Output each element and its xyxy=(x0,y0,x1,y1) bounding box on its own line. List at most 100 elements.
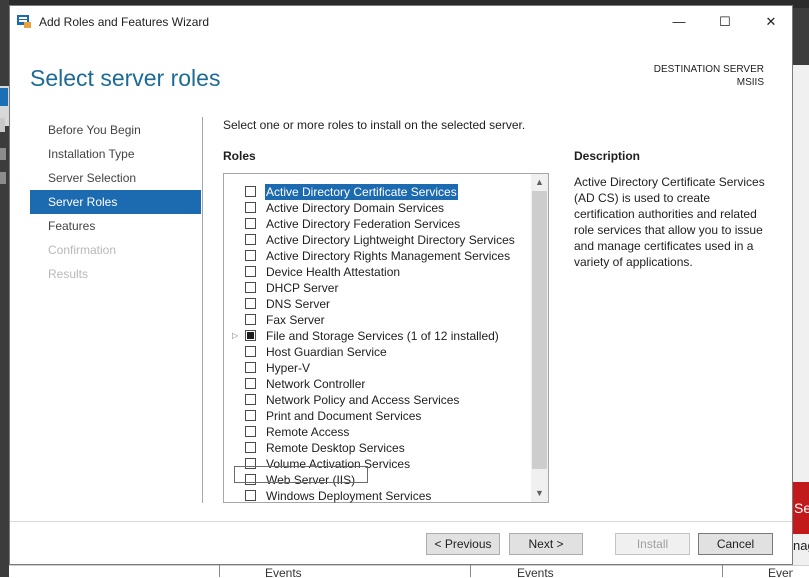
wizard-navigation: Before You Begin Installation Type Server … xyxy=(30,118,201,286)
role-checkbox[interactable] xyxy=(245,314,256,325)
scroll-up-icon[interactable]: ▲ xyxy=(531,174,548,191)
footer-divider xyxy=(10,521,792,522)
role-checkbox[interactable] xyxy=(245,186,256,197)
window-title: Add Roles and Features Wizard xyxy=(39,15,210,29)
role-label: Hyper-V xyxy=(266,361,311,375)
local-server-icon xyxy=(0,118,5,132)
role-checkbox[interactable] xyxy=(245,282,256,293)
roles-scrollbar[interactable]: ▲ ▼ xyxy=(531,174,548,502)
role-label: Network Controller xyxy=(266,377,366,391)
role-item[interactable]: Active Directory Domain Services xyxy=(224,200,530,216)
nav-item-confirmation: Confirmation xyxy=(48,243,117,257)
maximize-button[interactable]: ☐ xyxy=(702,6,748,37)
background-separator xyxy=(470,565,471,577)
description-text: Active Directory Certificate Services (A… xyxy=(574,175,765,269)
minimize-button[interactable]: — xyxy=(656,6,702,37)
role-checkbox[interactable] xyxy=(245,346,256,357)
role-label: Remote Access xyxy=(266,425,350,439)
close-icon: ✕ xyxy=(765,14,777,29)
destination-server-name: MSIIS xyxy=(736,77,764,88)
navigation-divider xyxy=(202,117,203,503)
role-item[interactable]: Windows Deployment Services xyxy=(224,488,530,504)
wizard-dialog: Add Roles and Features Wizard — ☐ ✕ Sele… xyxy=(9,5,793,565)
previous-button[interactable]: < Previous xyxy=(426,533,500,555)
role-checkbox[interactable] xyxy=(245,442,256,453)
nav-item-features[interactable]: Features xyxy=(30,214,201,238)
background-events-label: Events xyxy=(768,566,793,577)
role-label: Active Directory Rights Management Servi… xyxy=(266,249,511,263)
server-manager-icon xyxy=(17,15,31,28)
nav-item-installation-type[interactable]: Installation Type xyxy=(30,142,201,166)
role-item[interactable]: Remote Access xyxy=(224,424,530,440)
role-item[interactable]: DNS Server xyxy=(224,296,530,312)
role-label: Network Policy and Access Services xyxy=(266,393,460,407)
role-label: Host Guardian Service xyxy=(266,345,387,359)
nav-item-server-selection[interactable]: Server Selection xyxy=(30,166,201,190)
role-label: File and Storage Services (1 of 12 insta… xyxy=(266,329,499,343)
next-button[interactable]: Next > xyxy=(509,533,583,555)
role-item[interactable]: Active Directory Rights Management Servi… xyxy=(224,248,530,264)
role-label: DNS Server xyxy=(266,297,331,311)
role-item[interactable]: Remote Desktop Services xyxy=(224,440,530,456)
role-item[interactable]: Active Directory Certificate Services xyxy=(224,184,530,200)
role-label: Active Directory Federation Services xyxy=(266,217,461,231)
role-label: Windows Deployment Services xyxy=(266,489,432,503)
role-checkbox[interactable] xyxy=(245,362,256,373)
role-label: Active Directory Certificate Services xyxy=(265,184,458,200)
role-checkbox[interactable] xyxy=(245,330,256,341)
role-checkbox[interactable] xyxy=(245,426,256,437)
file-services-icon xyxy=(0,172,6,184)
role-checkbox[interactable] xyxy=(245,298,256,309)
role-checkbox[interactable] xyxy=(245,394,256,405)
background-app-bottom xyxy=(9,565,809,578)
role-item[interactable]: ▷ File and Storage Services (1 of 12 inst… xyxy=(224,328,530,344)
role-checkbox[interactable] xyxy=(245,234,256,245)
role-label: Remote Desktop Services xyxy=(266,441,405,455)
role-checkbox[interactable] xyxy=(245,266,256,277)
background-red-banner: Se xyxy=(793,482,809,534)
background-separator xyxy=(722,565,723,577)
role-checkbox[interactable] xyxy=(245,202,256,213)
minimize-icon: — xyxy=(672,14,686,29)
role-item[interactable]: Fax Server xyxy=(224,312,530,328)
role-item[interactable]: DHCP Server xyxy=(224,280,530,296)
role-label: Active Directory Domain Services xyxy=(266,201,445,215)
role-item[interactable]: Hyper-V xyxy=(224,360,530,376)
role-item[interactable]: Print and Document Services xyxy=(224,408,530,424)
close-button[interactable]: ✕ xyxy=(748,6,794,37)
role-checkbox[interactable] xyxy=(245,410,256,421)
roles-list[interactable]: Active Directory Certificate Services Act… xyxy=(223,173,549,503)
scroll-down-icon[interactable]: ▼ xyxy=(531,485,548,502)
title-bar[interactable]: Add Roles and Features Wizard — ☐ ✕ xyxy=(10,6,792,37)
role-label: Active Directory Lightweight Directory S… xyxy=(266,233,515,247)
role-item[interactable]: Network Controller xyxy=(224,376,530,392)
description-heading: Description xyxy=(574,149,641,163)
role-item[interactable]: Device Health Attestation xyxy=(224,264,530,280)
role-checkbox[interactable] xyxy=(245,218,256,229)
background-right-text: nag xyxy=(793,538,809,553)
role-checkbox[interactable] xyxy=(245,250,256,261)
role-item[interactable]: Active Directory Lightweight Directory S… xyxy=(224,232,530,248)
nav-item-server-roles[interactable]: Server Roles xyxy=(30,190,201,214)
maximize-icon: ☐ xyxy=(719,14,731,29)
scroll-thumb[interactable] xyxy=(532,191,547,469)
expand-arrow-icon[interactable]: ▷ xyxy=(232,331,240,341)
role-item[interactable]: Host Guardian Service xyxy=(224,344,530,360)
role-item[interactable]: Active Directory Federation Services xyxy=(224,216,530,232)
role-label: Device Health Attestation xyxy=(266,265,401,279)
all-servers-icon xyxy=(0,148,6,160)
role-checkbox[interactable] xyxy=(245,378,256,389)
install-button[interactable]: Install xyxy=(615,533,690,555)
instruction-text: Select one or more roles to install on t… xyxy=(223,118,526,132)
background-app-right-dark xyxy=(793,8,809,65)
background-events-label: Events xyxy=(517,566,554,577)
destination-server-label: DESTINATION SERVER xyxy=(653,64,764,75)
page-title: Select server roles xyxy=(30,65,221,91)
role-label: Fax Server xyxy=(266,313,325,327)
dashboard-icon xyxy=(0,88,8,106)
background-separator xyxy=(219,565,220,577)
cancel-button[interactable]: Cancel xyxy=(698,533,773,555)
nav-item-before-you-begin[interactable]: Before You Begin xyxy=(30,118,201,142)
role-checkbox[interactable] xyxy=(245,490,256,501)
role-item[interactable]: Network Policy and Access Services xyxy=(224,392,530,408)
